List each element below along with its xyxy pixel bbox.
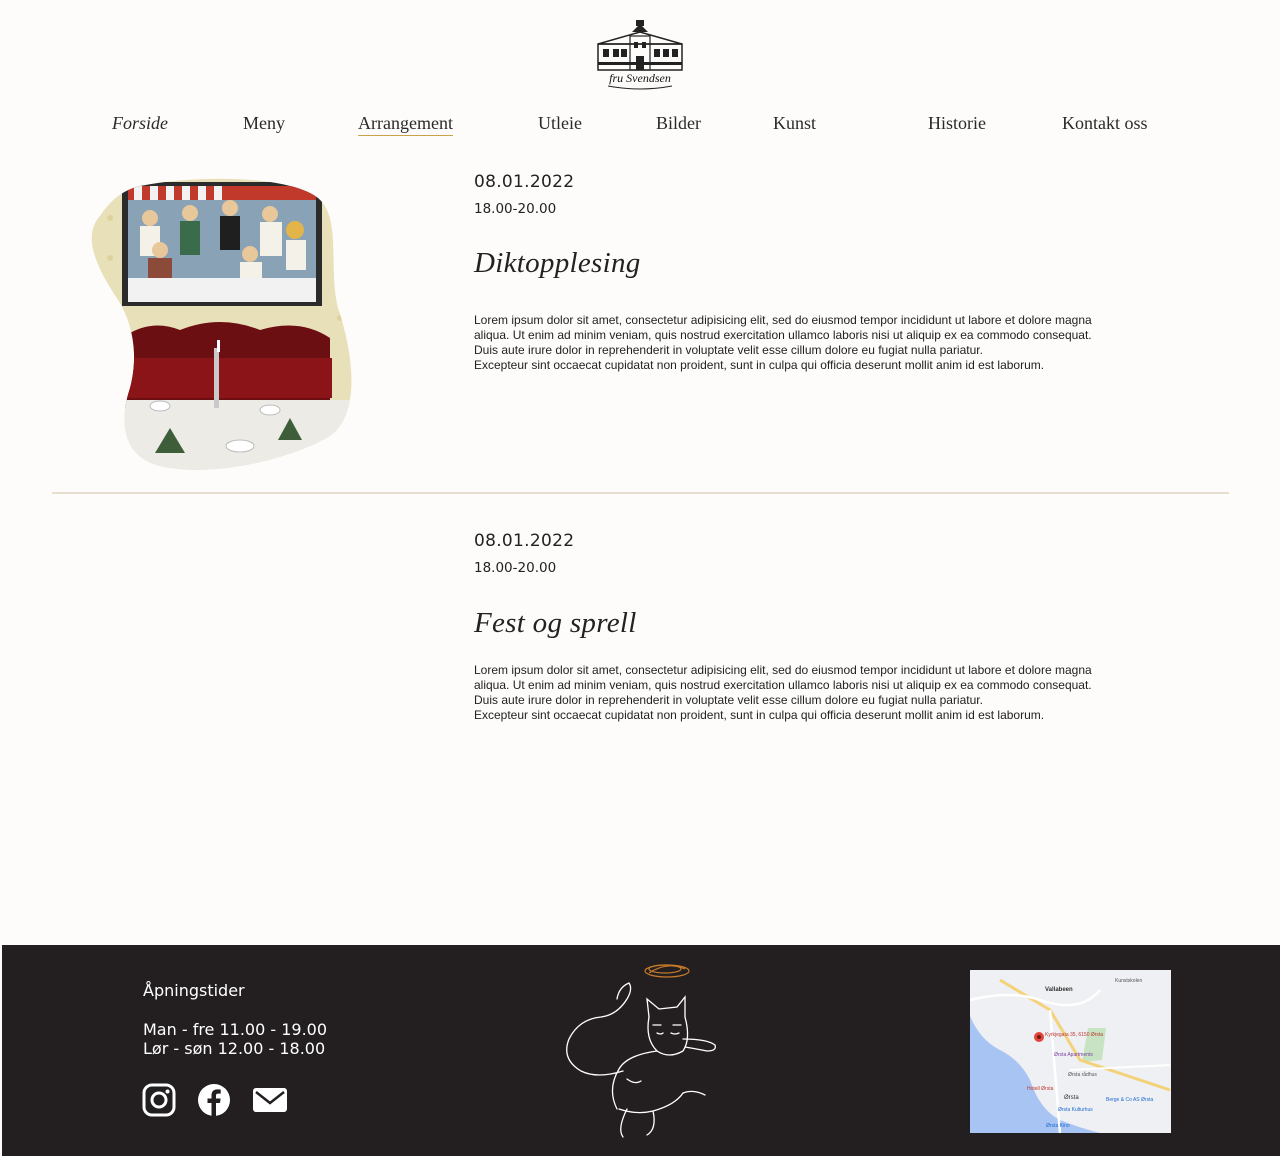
nav-arrangement[interactable]: Arrangement [358, 113, 453, 136]
event-date: 08.01.2022 [474, 531, 575, 551]
nav-kunst[interactable]: Kunst [773, 113, 816, 134]
event-description-line: Lorem ipsum dolor sit amet, consectetur … [474, 663, 1092, 677]
cat-illustration [557, 959, 727, 1139]
event-title: Fest og sprell [474, 607, 637, 639]
event-description-line: Lorem ipsum dolor sit amet, consectetur … [474, 313, 1092, 327]
mail-icon[interactable] [252, 1083, 287, 1117]
location-map[interactable]: Vallabeen Kunstskolen Kyrkjegata 35, 615… [970, 970, 1171, 1133]
map-label: Kyrkjegata 35, 6150 Ørsta [1045, 1032, 1103, 1038]
nav-kontakt-oss[interactable]: Kontakt oss [1062, 113, 1148, 134]
opening-hours-weekdays: Man - fre 11.00 - 19.00 [143, 1020, 328, 1039]
nav-historie[interactable]: Historie [928, 113, 986, 134]
instagram-icon[interactable] [142, 1083, 176, 1117]
event-description: Lorem ipsum dolor sit amet, consectetur … [474, 313, 1174, 373]
map-label: Ørsta Kino [1046, 1123, 1070, 1129]
footer: Åpningstider Man - fre 11.00 - 19.00 Lør… [2, 945, 1280, 1156]
opening-hours-title: Åpningstider [143, 981, 245, 1000]
nav-forside[interactable]: Forside [112, 113, 168, 134]
event-time: 18.00-20.00 [474, 201, 557, 217]
event-description-line: Duis aute irure dolor in reprehenderit i… [474, 343, 983, 357]
event-title: Diktopplesing [474, 247, 641, 279]
nav-meny[interactable]: Meny [243, 113, 285, 134]
event-description-line: aliqua. Ut enim ad minim veniam, quis no… [474, 678, 1092, 692]
event-description-line: Excepteur sint occaecat cupidatat non pr… [474, 358, 1045, 372]
event-date: 08.01.2022 [474, 172, 575, 192]
map-label: Ørsta [1064, 1095, 1079, 1101]
map-label: Vallabeen [1045, 987, 1073, 993]
nav-utleie[interactable]: Utleie [538, 113, 582, 134]
opening-hours-weekend: Lør - søn 12.00 - 18.00 [143, 1039, 326, 1058]
event-divider [52, 492, 1229, 494]
map-label: Ørsta Apartments [1054, 1052, 1093, 1058]
event-image [90, 178, 356, 472]
map-label: Hotell Ørsta [1027, 1086, 1054, 1092]
logo[interactable]: fru Svendsen [590, 18, 690, 90]
event-description-line: Duis aute irure dolor in reprehenderit i… [474, 693, 983, 707]
event-description-line: Excepteur sint occaecat cupidatat non pr… [474, 708, 1045, 722]
map-label: Berge & Co AS Ørsta [1106, 1097, 1153, 1103]
facebook-icon[interactable] [197, 1083, 231, 1117]
map-label: Ørsta Kulturhus [1058, 1107, 1093, 1113]
logo-text: fru Svendsen [609, 71, 671, 85]
main-nav: Forside Meny Arrangement Utleie Bilder K… [0, 113, 1280, 137]
opening-hours: Man - fre 11.00 - 19.00 Lør - søn 12.00 … [143, 1020, 327, 1058]
event-description-line: aliqua. Ut enim ad minim veniam, quis no… [474, 328, 1092, 342]
event-time: 18.00-20.00 [474, 560, 557, 576]
event-description: Lorem ipsum dolor sit amet, consectetur … [474, 663, 1174, 723]
map-label: Ørsta rådhus [1068, 1071, 1097, 1078]
map-label: Kunstskolen [1115, 978, 1142, 984]
nav-bilder[interactable]: Bilder [656, 113, 701, 134]
